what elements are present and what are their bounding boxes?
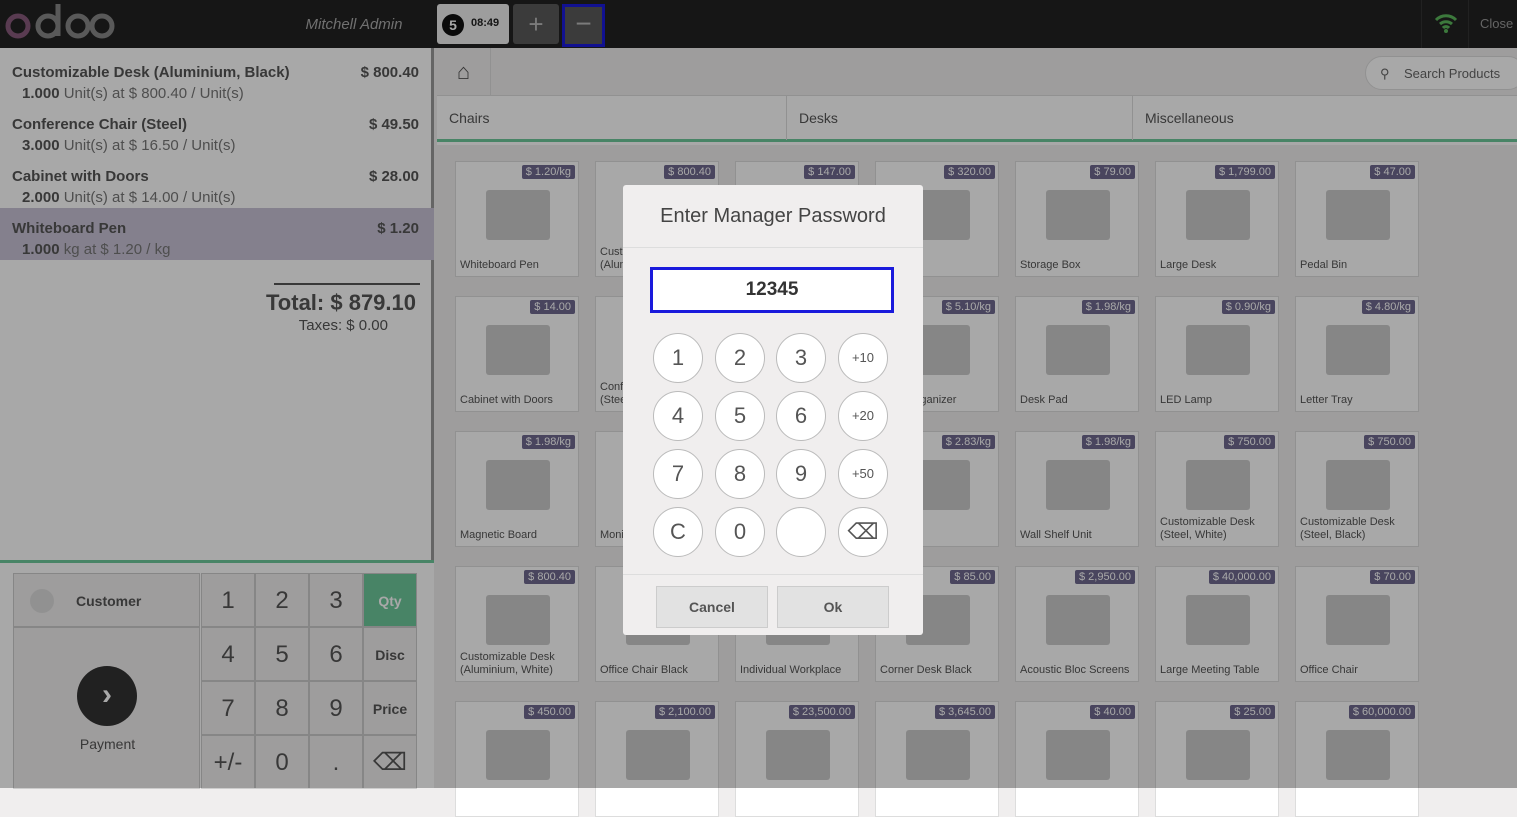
dialog-key-2[interactable]: 2 <box>715 333 765 383</box>
dialog-key-0[interactable]: 0 <box>715 507 765 557</box>
ok-button[interactable]: Ok <box>777 586 889 628</box>
dialog-key-empty[interactable] <box>776 507 826 557</box>
dialog-key-8[interactable]: 8 <box>715 449 765 499</box>
dialog-key-6[interactable]: 6 <box>776 391 826 441</box>
dialog-key-3[interactable]: 3 <box>776 333 826 383</box>
dialog-footer: Cancel Ok <box>623 574 923 635</box>
dialog-key-plus10[interactable]: +10 <box>838 333 888 383</box>
dialog-key-plus50[interactable]: +50 <box>838 449 888 499</box>
dialog-key-5[interactable]: 5 <box>715 391 765 441</box>
dialog-key-9[interactable]: 9 <box>776 449 826 499</box>
dialog-key-1[interactable]: 1 <box>653 333 703 383</box>
manager-password-dialog: Enter Manager Password 12345 1 2 3 +10 4… <box>623 185 923 635</box>
password-input[interactable]: 12345 <box>650 267 894 313</box>
dialog-key-clear[interactable]: C <box>653 507 703 557</box>
dialog-key-7[interactable]: 7 <box>653 449 703 499</box>
dialog-title: Enter Manager Password <box>623 185 923 248</box>
cancel-button[interactable]: Cancel <box>656 586 768 628</box>
backspace-icon[interactable]: ⌫ <box>838 507 888 557</box>
dialog-key-plus20[interactable]: +20 <box>838 391 888 441</box>
dialog-key-4[interactable]: 4 <box>653 391 703 441</box>
